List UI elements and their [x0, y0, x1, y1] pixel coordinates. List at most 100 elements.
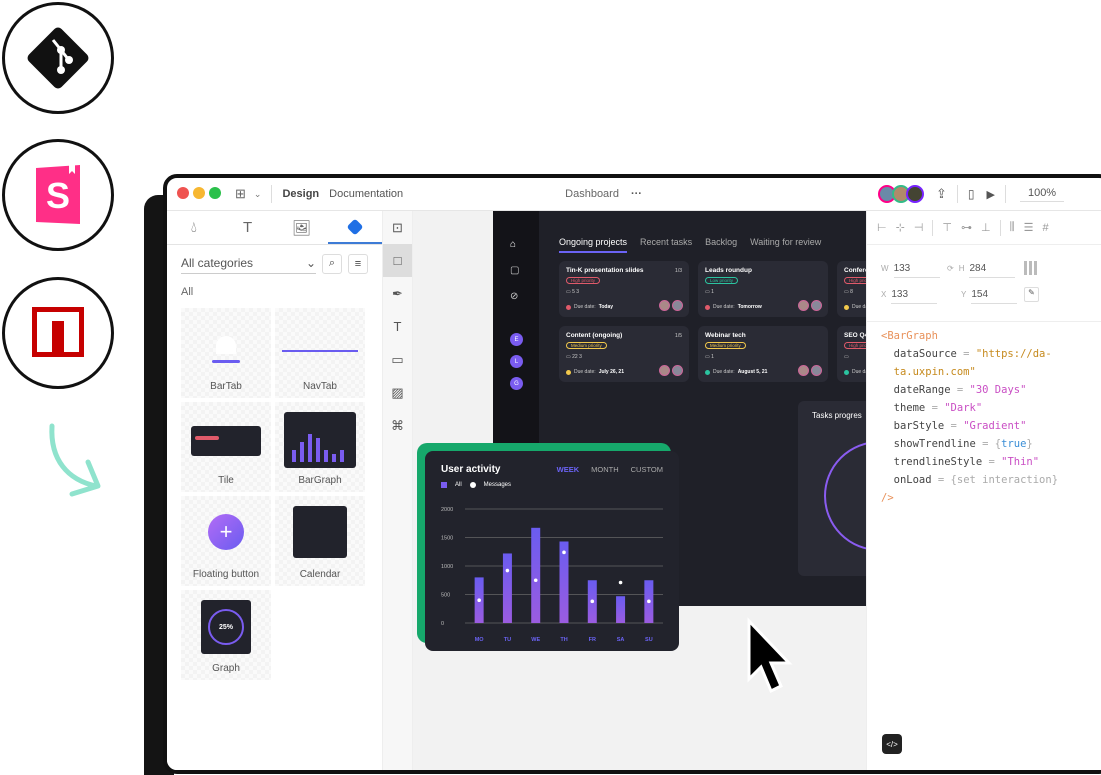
text-tool[interactable]: T: [383, 310, 412, 343]
x-tick-label: SU: [645, 637, 653, 643]
component-tile[interactable]: Tile: [181, 402, 271, 492]
component-calendar[interactable]: Calendar: [275, 496, 365, 586]
image-tool[interactable]: ▨: [383, 376, 412, 409]
project-card[interactable]: Content (ongoing) Medium priority ▭ 22 3…: [559, 326, 689, 382]
npm-logo: [2, 277, 114, 389]
grid-icon[interactable]: #: [1043, 222, 1049, 234]
close-button[interactable]: [177, 186, 189, 199]
component-navtab[interactable]: NavTab: [275, 308, 365, 398]
more-icon[interactable]: ···: [631, 188, 642, 200]
category-select[interactable]: All categories ⌄: [181, 253, 316, 274]
due-date: Due date: Tomorrow: [705, 304, 762, 310]
maximize-button[interactable]: [209, 186, 221, 199]
card-title: Leads roundup: [705, 267, 752, 274]
pen-tool[interactable]: ✒︎: [383, 277, 412, 310]
pen-icon: ✒︎: [392, 285, 403, 301]
y-field[interactable]: Y 154: [961, 289, 1018, 304]
team-avatar[interactable]: G: [510, 377, 523, 390]
x-field[interactable]: X 133: [881, 289, 938, 304]
code-equals: =: [975, 438, 995, 450]
position-grid-icon[interactable]: [1024, 261, 1038, 275]
team-avatar[interactable]: L: [510, 355, 523, 368]
x-value[interactable]: 133: [891, 289, 938, 304]
component-graph[interactable]: 25% Graph: [181, 590, 271, 680]
pin-icon[interactable]: ✎: [1024, 287, 1039, 302]
width-value[interactable]: 133: [893, 263, 940, 278]
project-card[interactable]: Webinar tech Medium priority ▭ 1 Due dat…: [698, 326, 828, 382]
play-icon[interactable]: ▶: [986, 188, 994, 201]
align-left-icon[interactable]: ⊢: [877, 221, 887, 234]
due-date: Due date: July 26, 21: [566, 369, 624, 375]
align-top-icon[interactable]: ⊤: [942, 221, 952, 234]
zoom-level[interactable]: 100%: [1019, 187, 1065, 202]
svg-text:S: S: [46, 175, 70, 216]
priority-badge: Medium priority: [705, 342, 746, 349]
search-button[interactable]: ⌕: [322, 253, 342, 274]
project-card[interactable]: Leads roundup Low priority ▭ 1 Due date:…: [698, 261, 828, 317]
component-bargraph[interactable]: BarGraph: [275, 402, 365, 492]
distribute-horizontal-icon[interactable]: ⫼: [1010, 221, 1015, 234]
project-tabs: Ongoing projects Recent tasks Backlog Wa…: [559, 237, 821, 253]
chat-icon[interactable]: ▢: [510, 265, 519, 276]
tab-recent-tasks[interactable]: Recent tasks: [640, 237, 692, 253]
titlebar: ⊞ ⌄ Design Documentation Dashboard ··· ⇪…: [167, 178, 1101, 211]
y-value[interactable]: 154: [971, 289, 1018, 304]
message-point: [533, 578, 538, 583]
link-icon[interactable]: ⟳: [947, 264, 954, 273]
component-bartab[interactable]: BarTab: [181, 308, 271, 398]
images-tab[interactable]: 🖼︎: [275, 211, 329, 244]
tab-design[interactable]: Design: [282, 188, 319, 200]
component-label: Calendar: [299, 569, 341, 580]
rectangle-tool[interactable]: □: [383, 244, 412, 277]
minimize-button[interactable]: [193, 186, 205, 199]
x-tick-label: TH: [560, 637, 567, 643]
typography-tab[interactable]: T: [221, 211, 275, 244]
align-bottom-icon[interactable]: ⊥: [981, 221, 991, 234]
component-floating-button[interactable]: + Floating button: [181, 496, 271, 586]
message-point: [618, 580, 623, 585]
device-preview-icon[interactable]: ▯: [968, 187, 975, 201]
code-prop-key: dataSource: [881, 348, 957, 360]
align-center-icon[interactable]: ⊹: [896, 221, 905, 234]
input-tool[interactable]: ▭: [383, 343, 412, 376]
width-field[interactable]: W 133: [881, 263, 940, 278]
tab-waiting-review[interactable]: Waiting for review: [750, 237, 821, 253]
tile-thumbnail: [191, 426, 261, 456]
code-equals: =: [944, 420, 964, 432]
code-view[interactable]: <BarGraph dataSource = "https://da- ta.u…: [881, 327, 1058, 507]
card-title: Tasks progres: [812, 411, 862, 420]
list-view-button[interactable]: ≡: [348, 253, 368, 274]
components-tool[interactable]: ⌘: [383, 409, 412, 442]
canvas[interactable]: ⌂ ▢ ⊘ ELG Ongoing projects Recent tasks …: [413, 211, 967, 770]
project-card[interactable]: Tin-K presentation slides High priority …: [559, 261, 689, 317]
height-value[interactable]: 284: [969, 263, 1016, 278]
plus-icon: +: [208, 514, 244, 550]
tab-backlog[interactable]: Backlog: [705, 237, 737, 253]
chevron-down-icon[interactable]: ⌄: [254, 189, 262, 200]
grid-menu-icon[interactable]: ⊞: [235, 186, 246, 202]
code-toggle-button[interactable]: </>: [882, 734, 902, 754]
align-right-icon[interactable]: ⊣: [914, 221, 924, 234]
colors-tab[interactable]: 💧︎: [167, 211, 221, 244]
design-system-tab[interactable]: [328, 211, 382, 244]
share-icon[interactable]: ⇪: [936, 186, 947, 202]
user-activity-chart[interactable]: User activity WEEK MONTH CUSTOM All Mess…: [425, 451, 679, 651]
curved-arrow-icon: [49, 423, 101, 497]
x-tick-label: TU: [504, 637, 511, 643]
height-field[interactable]: ⟳ H 284: [947, 263, 1016, 278]
tab-documentation[interactable]: Documentation: [329, 188, 403, 200]
distribute-vertical-icon[interactable]: ☰: [1024, 221, 1034, 234]
team-avatar[interactable]: E: [510, 333, 523, 346]
bar: [531, 527, 541, 623]
page-title[interactable]: Dashboard: [565, 188, 619, 200]
frame-tool[interactable]: ⊡: [383, 211, 412, 244]
search-icon: ⌕: [328, 257, 336, 269]
text-icon: T: [243, 219, 253, 236]
code-equals: =: [950, 384, 970, 396]
align-middle-icon[interactable]: ⊶: [961, 221, 972, 234]
home-icon[interactable]: ⌂: [510, 239, 516, 250]
message-point: [562, 550, 566, 555]
tab-ongoing-projects[interactable]: Ongoing projects: [559, 237, 628, 253]
check-icon[interactable]: ⊘: [510, 291, 518, 302]
card-title: Webinar tech: [705, 332, 746, 339]
